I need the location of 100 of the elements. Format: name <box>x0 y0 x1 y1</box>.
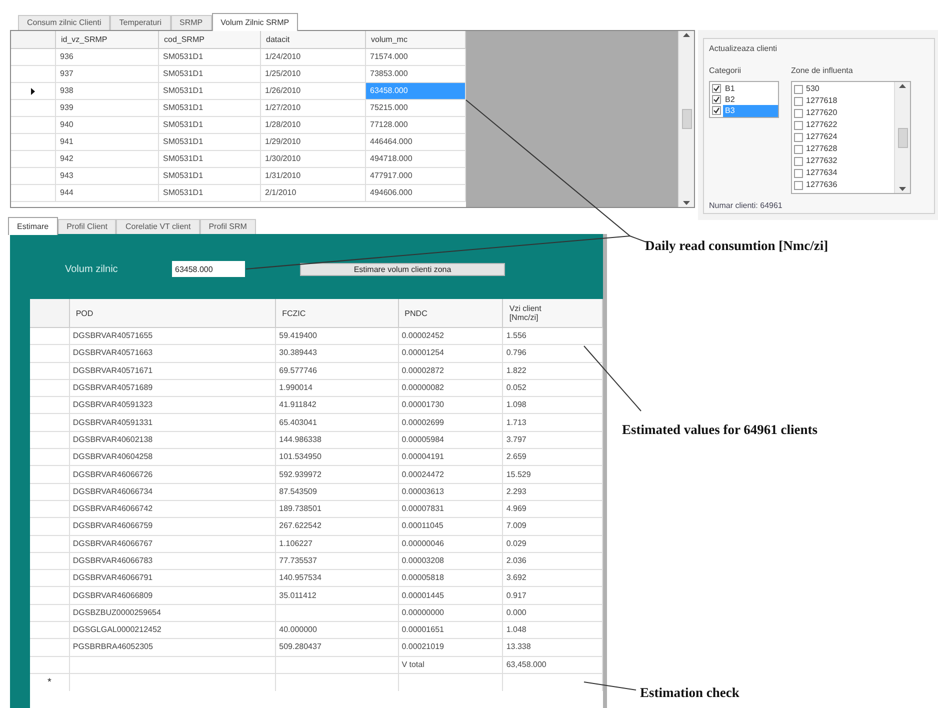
tab[interactable]: Temperaturi <box>110 15 170 30</box>
list-item[interactable]: 1277636 <box>806 179 838 191</box>
row-header[interactable] <box>11 83 56 100</box>
column-header[interactable]: datacit <box>261 31 366 49</box>
row-header[interactable] <box>11 168 56 185</box>
table-cell: 1/25/2010 <box>261 66 366 83</box>
scroll-thumb[interactable] <box>682 109 692 129</box>
row-header[interactable] <box>11 117 56 134</box>
column-header[interactable]: Vzi client [Nmc/zi] <box>503 299 603 328</box>
tab[interactable]: SRMP <box>170 15 212 30</box>
table-cell: 0.00003208 <box>398 552 504 570</box>
table-cell: 15.529 <box>503 466 603 484</box>
checkbox[interactable] <box>794 84 803 94</box>
row-header[interactable] <box>30 432 70 450</box>
checkbox[interactable] <box>794 108 803 118</box>
checkbox[interactable] <box>712 106 721 115</box>
table-cell: 13.338 <box>503 639 603 657</box>
row-header[interactable] <box>30 604 70 622</box>
table-cell: 941 <box>56 134 159 151</box>
row-header[interactable] <box>30 500 70 518</box>
table-cell: 494606.000 <box>366 185 466 202</box>
row-header[interactable] <box>11 100 56 117</box>
column-header[interactable]: cod_SRMP <box>159 31 261 49</box>
list-item[interactable]: B2 <box>723 94 778 106</box>
list-item[interactable]: 1277620 <box>806 107 838 119</box>
scroll-up-icon[interactable] <box>683 33 690 37</box>
tab[interactable]: Estimare <box>8 217 58 235</box>
checkbox[interactable] <box>794 96 803 106</box>
checkbox[interactable] <box>712 95 721 104</box>
list-item[interactable]: 1277622 <box>806 119 838 131</box>
row-header[interactable] <box>30 484 70 501</box>
header-text: PNDC <box>404 308 428 318</box>
tab[interactable]: Corelatie VT client <box>116 219 200 234</box>
row-header[interactable] <box>30 570 70 588</box>
table-cell: 2.293 <box>503 484 603 501</box>
checkbox[interactable] <box>794 180 803 190</box>
row-header[interactable] <box>30 639 70 657</box>
row-header[interactable] <box>30 345 70 363</box>
list-item[interactable]: 1277624 <box>806 131 838 143</box>
scroll-thumb[interactable] <box>898 128 908 148</box>
list-item[interactable]: 1277618 <box>806 95 838 107</box>
table-cell: SM0531D1 <box>159 134 261 151</box>
checkbox[interactable] <box>794 156 803 166</box>
row-header[interactable] <box>30 518 70 536</box>
scroll-up-icon[interactable] <box>899 84 906 88</box>
table-cell: 63458.000 <box>366 83 466 100</box>
column-header[interactable]: volum_mc <box>366 31 466 49</box>
row-header[interactable] <box>30 656 70 674</box>
table-cell: DGSBRVAR46066767 <box>70 536 276 553</box>
row-header[interactable] <box>30 536 70 553</box>
row-header[interactable] <box>30 328 70 346</box>
list-item[interactable]: 530 <box>806 83 820 95</box>
row-header[interactable] <box>30 622 70 640</box>
row-header[interactable] <box>30 449 70 466</box>
tab[interactable]: Consum zilnic Clienti <box>18 15 110 30</box>
scroll-down-icon[interactable] <box>683 201 690 205</box>
tab[interactable]: Volum Zilnic SRMP <box>212 13 298 31</box>
row-header[interactable]: * <box>30 674 70 691</box>
row-header[interactable] <box>11 66 56 83</box>
checkbox[interactable] <box>794 120 803 130</box>
row-header[interactable] <box>11 185 56 202</box>
list-item[interactable]: B1 <box>723 82 778 94</box>
tab[interactable]: Profil Client <box>58 219 116 234</box>
annotation: Estimated values for 64961 clients <box>622 421 818 439</box>
row-header[interactable] <box>11 49 56 66</box>
table-cell: 101.534950 <box>276 449 399 466</box>
column-header[interactable]: PNDC <box>398 299 504 328</box>
table-cell: 509.280437 <box>276 639 399 657</box>
table-cell: DGSBRVAR46066759 <box>70 518 276 536</box>
scrollbar[interactable] <box>894 82 910 193</box>
annotation: Daily read consumtion [Nmc/zi] <box>645 237 828 255</box>
table-cell: DGSBRVAR46066783 <box>70 552 276 570</box>
table-cell: 87.543509 <box>276 484 399 501</box>
row-header[interactable] <box>30 587 70 605</box>
row-header[interactable] <box>30 362 70 380</box>
volume-input[interactable]: 63458.000 <box>172 261 245 277</box>
row-header[interactable] <box>30 466 70 484</box>
tab[interactable]: Profil SRM <box>200 219 256 234</box>
list-item[interactable]: 1277634 <box>806 167 838 179</box>
checkbox[interactable] <box>794 144 803 154</box>
row-header[interactable] <box>30 414 70 432</box>
scroll-down-icon[interactable] <box>899 187 906 191</box>
row-header[interactable] <box>30 552 70 570</box>
row-header[interactable] <box>11 151 56 168</box>
column-header[interactable]: id_vz_SRMP <box>56 31 159 49</box>
checkbox[interactable] <box>794 132 803 142</box>
row-header[interactable] <box>30 397 70 414</box>
checkbox[interactable] <box>712 84 721 93</box>
column-header[interactable]: POD <box>70 299 276 328</box>
list-item[interactable]: 1277632 <box>806 155 838 167</box>
table-cell: 2.659 <box>503 449 603 466</box>
row-header[interactable] <box>11 134 56 151</box>
list-item[interactable]: 1277628 <box>806 143 838 155</box>
field-label: Volum zilnic <box>65 262 119 276</box>
table-cell: DGSBRVAR40571671 <box>70 362 276 380</box>
column-header[interactable]: FCZIC <box>276 299 399 328</box>
checkbox[interactable] <box>794 168 803 178</box>
scrollbar[interactable] <box>678 31 694 207</box>
row-header[interactable] <box>30 380 70 398</box>
estimate-button[interactable]: Estimare volum clienti zona <box>300 262 505 276</box>
